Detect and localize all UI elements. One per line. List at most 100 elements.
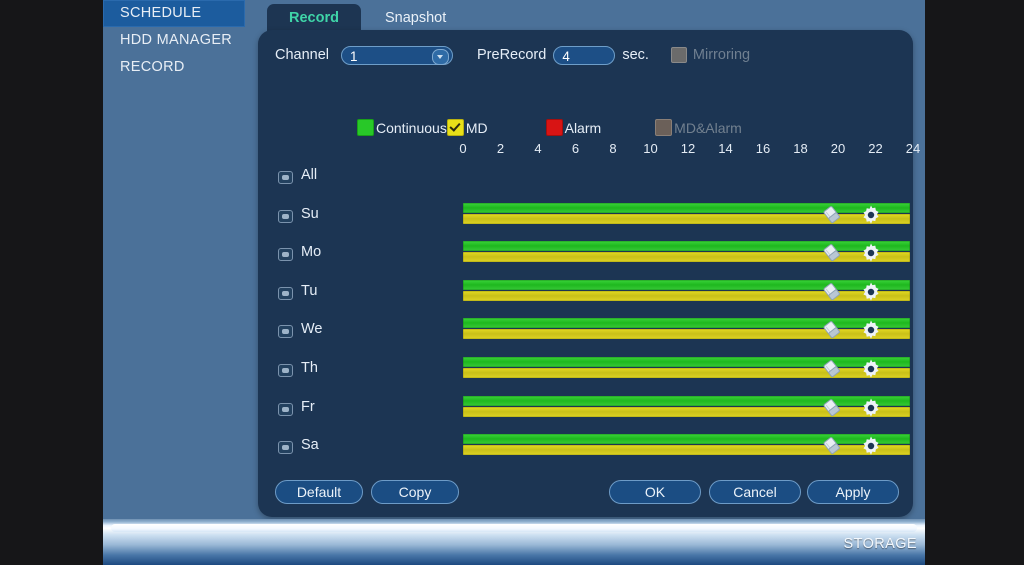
day-checkbox-all[interactable] — [278, 171, 293, 184]
sidebar-item-hdd-manager[interactable]: HDD MANAGER — [103, 27, 245, 54]
legend-md[interactable]: MD — [446, 119, 488, 136]
apply-button[interactable]: Apply — [807, 480, 899, 504]
seconds-unit-label: sec. — [622, 47, 649, 63]
eraser-icon[interactable] — [822, 436, 842, 456]
ruler-tick: 12 — [680, 141, 696, 156]
alarm-swatch-icon[interactable] — [545, 119, 563, 136]
md-checked-swatch-icon[interactable] — [446, 119, 464, 136]
letterbox-right — [925, 0, 1024, 565]
day-label: We — [301, 321, 323, 338]
mirroring-label: Mirroring — [692, 47, 751, 63]
ruler-tick: 22 — [868, 141, 883, 156]
gear-icon[interactable] — [860, 397, 882, 419]
ruler-tick: 2 — [496, 141, 505, 156]
eraser-icon[interactable] — [822, 398, 842, 418]
gear-icon[interactable] — [860, 242, 882, 264]
ok-button[interactable]: OK — [609, 480, 701, 504]
status-bar-highlight — [111, 524, 917, 532]
button-label: Copy — [398, 484, 432, 500]
eraser-icon[interactable] — [822, 282, 842, 302]
tab-label: Record — [289, 10, 339, 26]
row-icons — [822, 203, 892, 229]
chevron-down-icon[interactable] — [432, 48, 450, 65]
legend-alarm[interactable]: Alarm — [545, 119, 602, 136]
day-checkbox-sa[interactable] — [278, 441, 293, 455]
time-ruler: 0 2 4 6 8 10 12 14 16 18 20 22 24 — [459, 141, 920, 157]
legend-label: Continuous — [376, 119, 447, 136]
schedule-rows: All Su Mo Tu We Th Fr Sa — [258, 161, 913, 470]
gear-icon[interactable] — [860, 204, 882, 226]
ruler-tick: 10 — [643, 141, 658, 156]
schedule-row: We — [258, 315, 913, 354]
eraser-icon[interactable] — [822, 243, 842, 263]
md-alarm-swatch-icon — [655, 119, 673, 136]
app-window: SCHEDULE HDD MANAGER RECORD Record Snaps… — [103, 0, 925, 565]
prerecord-label: PreRecord — [477, 47, 547, 63]
ruler-tick: 4 — [534, 141, 542, 156]
ruler-tick: 24 — [905, 141, 921, 156]
day-label: Sa — [301, 437, 319, 454]
tab-snapshot[interactable]: Snapshot — [363, 4, 468, 32]
status-bar: STORAGE — [103, 519, 925, 565]
row-icons — [822, 357, 892, 383]
legend-label: Alarm — [564, 119, 602, 136]
row-icons — [822, 318, 892, 344]
schedule-row: Tu — [258, 277, 913, 316]
copy-button[interactable]: Copy — [371, 480, 459, 504]
day-checkbox-we[interactable] — [278, 325, 293, 339]
panel-buttons: Default Copy OK Cancel Apply — [258, 480, 913, 506]
eraser-icon[interactable] — [822, 320, 842, 340]
eraser-icon[interactable] — [822, 205, 842, 225]
continuous-swatch-icon[interactable] — [357, 119, 374, 136]
button-label: Default — [296, 484, 342, 500]
ruler-tick: 18 — [793, 141, 808, 156]
channel-label: Channel — [275, 47, 330, 63]
sidebar-item-record[interactable]: RECORD — [103, 54, 245, 81]
schedule-row: Mo — [258, 238, 913, 277]
gear-icon[interactable] — [860, 281, 882, 303]
sidebar-item-schedule[interactable]: SCHEDULE — [103, 0, 245, 27]
default-button[interactable]: Default — [275, 480, 363, 504]
prerecord-input[interactable]: 4 — [553, 45, 616, 65]
sidebar-item-label: HDD MANAGER — [120, 32, 233, 48]
channel-select[interactable]: 1 — [341, 45, 454, 65]
day-label: Su — [301, 205, 319, 222]
day-label: Fr — [301, 398, 315, 415]
row-icons — [822, 241, 892, 267]
channel-value: 1 — [350, 48, 358, 64]
button-label: OK — [644, 484, 666, 500]
screen: SCHEDULE HDD MANAGER RECORD Record Snaps… — [0, 0, 1024, 565]
status-bar-label: STORAGE — [843, 536, 917, 552]
eraser-icon[interactable] — [822, 359, 842, 379]
day-checkbox-tu[interactable] — [278, 286, 293, 300]
day-label: All — [301, 167, 318, 183]
gear-icon[interactable] — [860, 358, 882, 380]
schedule-row: Fr — [258, 393, 913, 432]
gear-icon[interactable] — [860, 435, 882, 457]
sidebar: SCHEDULE HDD MANAGER RECORD — [103, 0, 245, 519]
ruler-tick: 14 — [718, 141, 733, 156]
day-checkbox-su[interactable] — [278, 209, 293, 223]
legend-label: MD&Alarm — [674, 119, 742, 136]
ruler-tick: 8 — [609, 141, 617, 156]
tab-record[interactable]: Record — [267, 4, 361, 32]
day-checkbox-mo[interactable] — [278, 248, 293, 262]
sidebar-item-label: RECORD — [120, 59, 185, 75]
legend-md-alarm: MD&Alarm — [655, 119, 742, 136]
letterbox-left — [0, 0, 103, 565]
day-checkbox-th[interactable] — [278, 363, 293, 377]
day-checkbox-fr[interactable] — [278, 402, 293, 416]
panel-toolbar: Channel 1 PreRecord 4 sec. Mirroring — [275, 43, 750, 67]
schedule-row: Th — [258, 354, 913, 393]
legend-continuous[interactable]: Continuous — [357, 119, 447, 136]
cancel-button[interactable]: Cancel — [709, 480, 801, 504]
ruler-tick: 20 — [830, 141, 846, 156]
gear-icon[interactable] — [860, 319, 882, 341]
tab-label: Snapshot — [384, 10, 447, 26]
schedule-panel: Channel 1 PreRecord 4 sec. Mirroring Con… — [258, 30, 920, 517]
ruler-tick: 0 — [459, 141, 467, 156]
schedule-row: Sa — [258, 431, 913, 470]
button-label: Apply — [835, 484, 871, 500]
tab-bar: Record Snapshot — [267, 2, 470, 32]
sidebar-item-label: SCHEDULE — [120, 5, 202, 21]
